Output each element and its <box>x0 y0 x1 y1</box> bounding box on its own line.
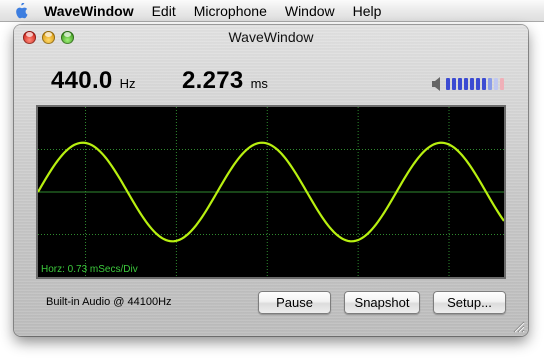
volume-segment <box>476 78 480 90</box>
apple-logo-icon[interactable] <box>0 0 42 22</box>
snapshot-button[interactable]: Snapshot <box>344 291 420 314</box>
volume-segment <box>446 78 450 90</box>
volume-segment <box>494 78 498 90</box>
oscilloscope-plot <box>38 107 504 277</box>
title-bar[interactable]: WaveWindow <box>14 25 528 49</box>
pause-button[interactable]: Pause <box>258 291 331 314</box>
menu-edit[interactable]: Edit <box>143 0 185 22</box>
audio-source-label: Built-in Audio @ 44100Hz <box>46 296 172 308</box>
volume-meter[interactable] <box>446 78 504 90</box>
volume-segment <box>464 78 468 90</box>
horizontal-scale-label: Horz: 0.73 mSecs/Div <box>41 264 138 275</box>
frequency-value: 440.0 <box>51 67 113 94</box>
menu-bar: WaveWindow Edit Microphone Window Help <box>0 0 544 22</box>
volume-segment <box>488 78 492 90</box>
speaker-icon <box>432 77 440 91</box>
wavewindow-window: WaveWindow 440.0 Hz 2.273 ms Horz: 0.73 … <box>14 25 528 336</box>
frequency-unit: Hz <box>119 76 136 91</box>
resize-grip-icon[interactable] <box>511 319 525 333</box>
volume-segment <box>482 78 486 90</box>
menu-help[interactable]: Help <box>344 0 391 22</box>
frequency-readout: 440.0 Hz <box>51 67 135 97</box>
period-value: 2.273 <box>182 67 244 94</box>
menu-window[interactable]: Window <box>276 0 344 22</box>
volume-segment <box>458 78 462 90</box>
window-title: WaveWindow <box>228 29 314 45</box>
period-unit: ms <box>250 76 268 91</box>
menu-microphone[interactable]: Microphone <box>185 0 276 22</box>
setup-button[interactable]: Setup... <box>433 291 506 314</box>
volume-segment <box>500 78 504 90</box>
menu-app-wavewindow[interactable]: WaveWindow <box>42 0 143 22</box>
period-readout: 2.273 ms <box>182 67 268 97</box>
volume-segment <box>452 78 456 90</box>
volume-segment <box>470 78 474 90</box>
oscilloscope-display: Horz: 0.73 mSecs/Div <box>36 105 506 279</box>
